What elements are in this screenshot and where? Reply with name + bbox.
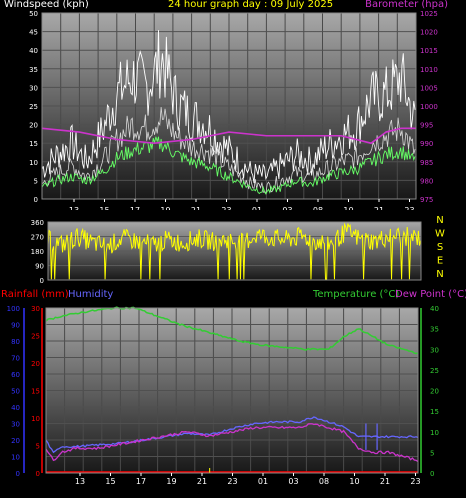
rain-tick-label: 5 bbox=[36, 443, 40, 451]
y2-tick-label: 1010 bbox=[420, 66, 438, 74]
x-tick-label: 21 bbox=[191, 206, 201, 210]
x-tick-label: 08 bbox=[319, 477, 329, 486]
x-tick-label: 03 bbox=[288, 477, 298, 486]
y-tick-label: 180 bbox=[31, 248, 44, 256]
humidity-tick-label: 30 bbox=[11, 421, 20, 429]
x-tick-label: 21 bbox=[197, 477, 207, 486]
x-tick-label: 15 bbox=[105, 477, 115, 486]
y2-tick-label: 1000 bbox=[420, 103, 438, 111]
y2-tick-label: 990 bbox=[420, 140, 433, 148]
y2-tick-label: 995 bbox=[420, 122, 433, 130]
rain-tick-label: 30 bbox=[31, 305, 40, 313]
y2-tick-label: 1015 bbox=[420, 47, 438, 55]
y-tick-label: 30 bbox=[29, 84, 38, 92]
humidity-tick-label: 50 bbox=[11, 388, 20, 396]
compass-label: N bbox=[436, 215, 443, 226]
temperature-tick-label: 25 bbox=[430, 367, 439, 375]
humidity-tick-label: 60 bbox=[11, 371, 20, 379]
dewpoint-axis-label: Dew Point (°C) bbox=[395, 289, 466, 300]
y2-tick-label: 1020 bbox=[420, 29, 438, 37]
x-tick-label: 17 bbox=[130, 206, 140, 210]
compass-label: N bbox=[436, 269, 443, 280]
x-tick-label: 21 bbox=[374, 206, 384, 210]
x-tick-label: 03 bbox=[282, 206, 292, 210]
compass-label: S bbox=[437, 242, 443, 253]
humidity-tick-label: 70 bbox=[11, 355, 20, 363]
compass-label: W bbox=[435, 229, 445, 240]
y-tick-label: 5 bbox=[34, 177, 38, 185]
humidity-tick-label: 10 bbox=[11, 454, 20, 462]
humidity-tick-label: 80 bbox=[11, 338, 20, 346]
temperature-tick-label: 10 bbox=[430, 429, 439, 437]
chart-title: 24 hour graph day : 09 July 2025 bbox=[168, 0, 334, 10]
windspeed-axis-label: Windspeed (kph) bbox=[4, 0, 89, 10]
temperature-tick-label: 30 bbox=[430, 346, 439, 354]
rain-tick-label: 25 bbox=[31, 333, 40, 341]
y2-tick-label: 985 bbox=[420, 159, 433, 167]
y-tick-label: 360 bbox=[31, 219, 44, 227]
humidity-tick-label: 90 bbox=[11, 322, 20, 330]
temperature-axis-label: Temperature (°C) bbox=[313, 289, 400, 300]
weather-graph: 0 5 10 15 20 25 30 35 40 45 50 975 980 985 990 995 1000 1… bbox=[0, 0, 466, 498]
y-tick-label: 0 bbox=[34, 196, 38, 204]
wind-direction-chart: 090180270360 NWSEN bbox=[31, 215, 445, 285]
x-tick-label: 19 bbox=[160, 206, 170, 210]
x-tick-label: 17 bbox=[136, 477, 146, 486]
y-tick-label: 50 bbox=[29, 10, 38, 18]
barometer-axis-label: Barometer (hpa) bbox=[365, 0, 448, 10]
x-tick-label: 10 bbox=[349, 477, 359, 486]
temperature-tick-label: 35 bbox=[430, 326, 439, 334]
y-tick-label: 20 bbox=[29, 122, 38, 130]
y2-tick-label: 975 bbox=[420, 196, 433, 204]
humidity-axis-label: Humidity bbox=[68, 289, 114, 300]
x-tick-label: 23 bbox=[404, 206, 414, 210]
humidity-tick-label: 0 bbox=[16, 470, 20, 478]
y-tick-label: 15 bbox=[29, 140, 38, 148]
temperature-tick-label: 5 bbox=[430, 449, 434, 457]
rain-tick-label: 15 bbox=[31, 388, 40, 396]
x-tick-label: 01 bbox=[252, 206, 262, 210]
temperature-humidity-chart: 0102030405060708090100051015202530051015… bbox=[7, 305, 439, 486]
x-tick-label: 15 bbox=[99, 206, 109, 210]
wind-barometer-chart: 0510152025303540455097598098599099510001… bbox=[29, 10, 438, 210]
rain-tick-label: 20 bbox=[31, 360, 40, 368]
x-tick-label: 01 bbox=[258, 477, 268, 486]
y-tick-label: 270 bbox=[31, 234, 44, 242]
x-tick-label: 21 bbox=[380, 477, 390, 486]
temperature-tick-label: 0 bbox=[430, 470, 434, 478]
humidity-tick-label: 40 bbox=[11, 404, 20, 412]
compass-label: E bbox=[437, 256, 443, 267]
temperature-tick-label: 20 bbox=[430, 388, 439, 396]
x-tick-label: 10 bbox=[343, 206, 353, 210]
x-tick-label: 23 bbox=[221, 206, 231, 210]
rain-tick-label: 10 bbox=[31, 415, 40, 423]
y-tick-label: 35 bbox=[29, 66, 38, 74]
x-tick-label: 23 bbox=[227, 477, 237, 486]
y-tick-label: 45 bbox=[29, 29, 38, 37]
y-tick-label: 40 bbox=[29, 47, 38, 55]
y-tick-label: 25 bbox=[29, 103, 38, 111]
x-tick-label: 13 bbox=[75, 477, 85, 486]
x-tick-label: 08 bbox=[313, 206, 323, 210]
x-tick-label: 19 bbox=[166, 477, 176, 486]
rain-tick-label: 0 bbox=[36, 470, 40, 478]
y2-tick-label: 1025 bbox=[420, 10, 438, 18]
humidity-tick-label: 100 bbox=[7, 305, 20, 313]
y-tick-label: 90 bbox=[35, 263, 44, 271]
y2-tick-label: 980 bbox=[420, 177, 433, 185]
y-tick-label: 10 bbox=[29, 159, 38, 167]
rainfall-axis-label: Rainfall (mm) bbox=[1, 289, 69, 300]
x-tick-label: 13 bbox=[69, 206, 79, 210]
temperature-tick-label: 40 bbox=[430, 305, 439, 313]
humidity-tick-label: 20 bbox=[11, 437, 20, 445]
temperature-tick-label: 15 bbox=[430, 408, 439, 416]
y-tick-label: 0 bbox=[40, 277, 44, 285]
y2-tick-label: 1005 bbox=[420, 84, 438, 92]
x-tick-label: 23 bbox=[410, 477, 420, 486]
